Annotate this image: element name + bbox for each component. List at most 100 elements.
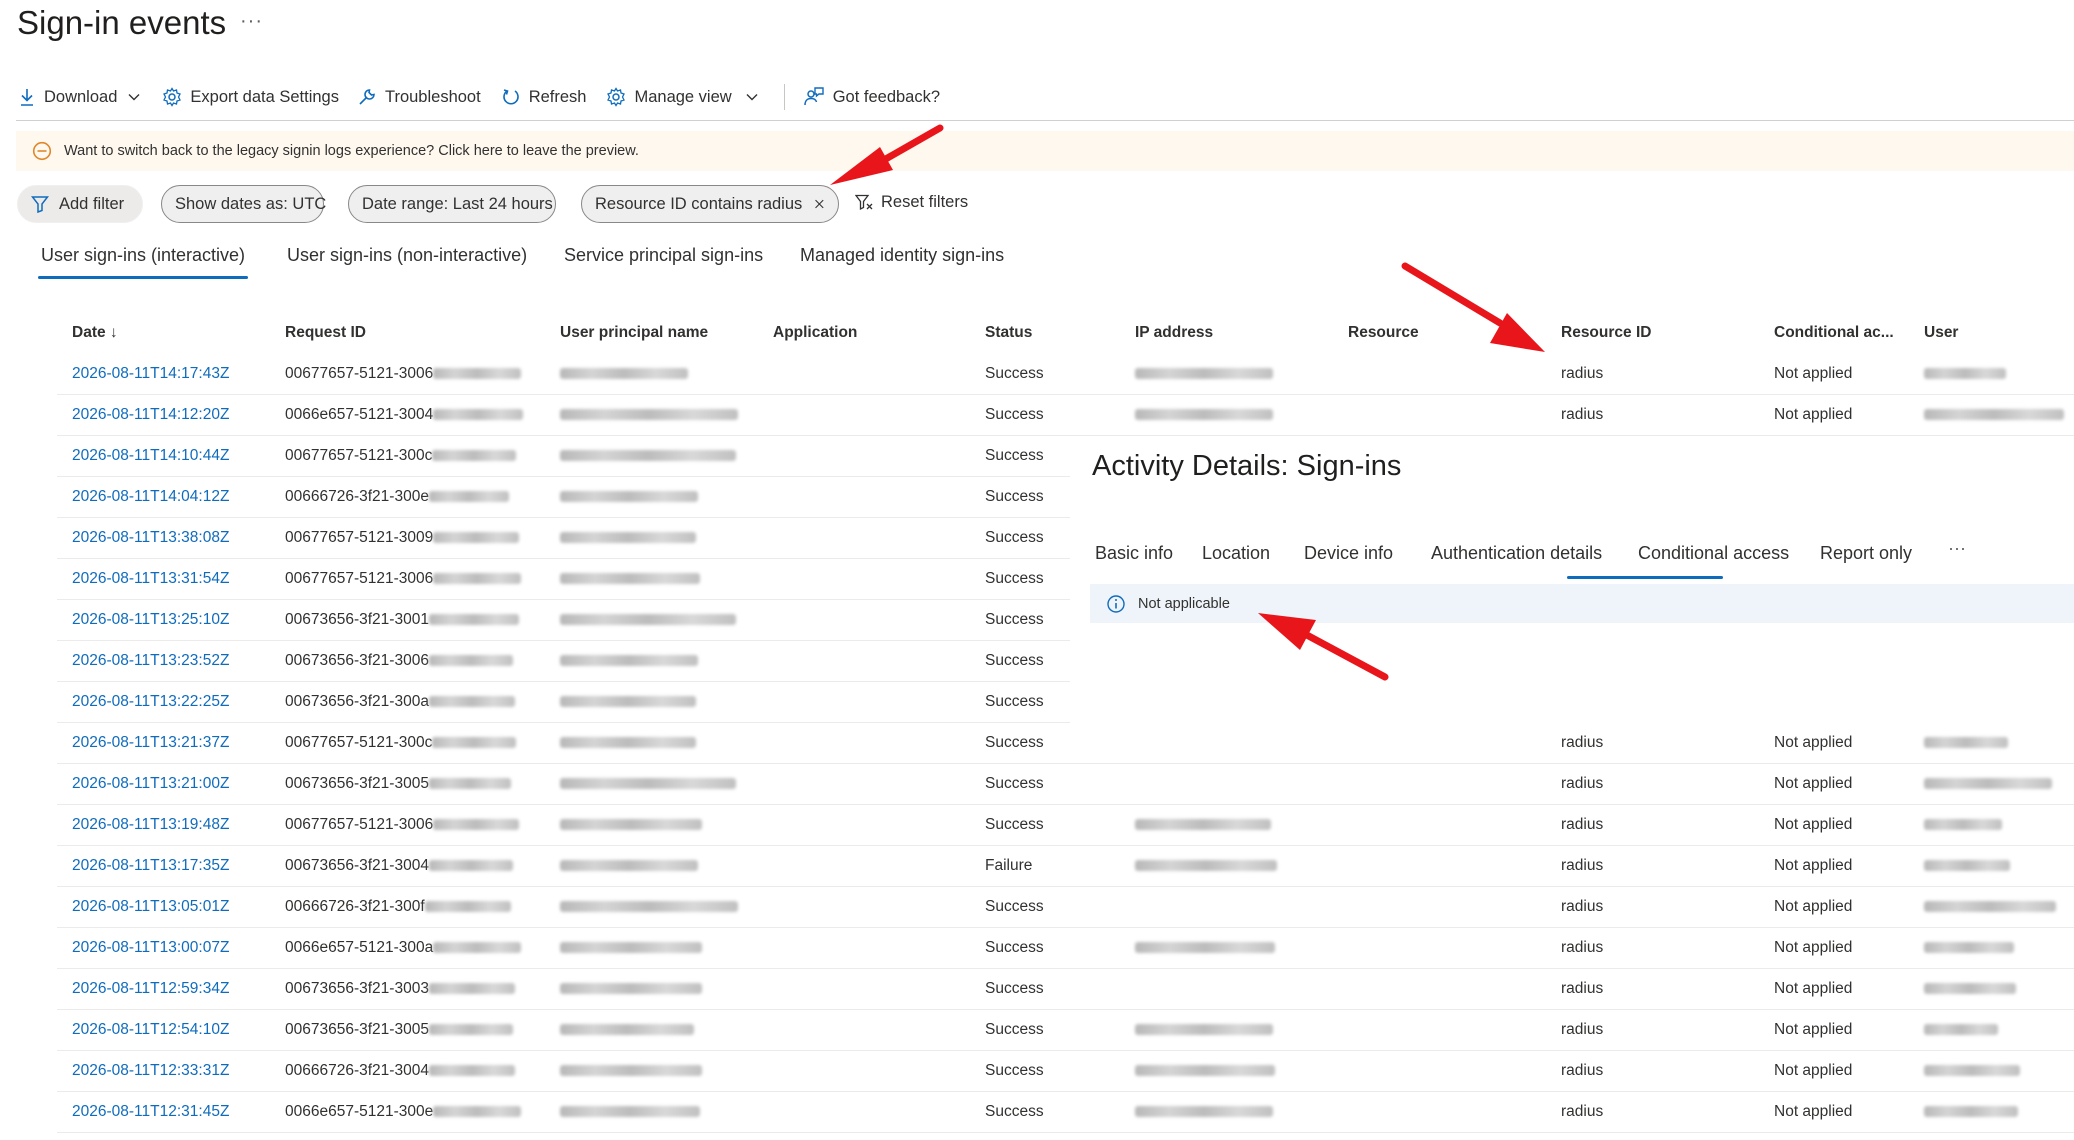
cell-user [1909,1091,2074,1133]
feedback-button[interactable]: Got feedback? [803,86,940,108]
tab-service-principal[interactable]: Service principal sign-ins [564,245,763,266]
cell-upn [545,1009,758,1051]
cell-application [758,640,970,682]
tab-managed-identity[interactable]: Managed identity sign-ins [800,245,1004,266]
cell-resource [1333,1091,1546,1133]
details-tab-basic-info[interactable]: Basic info [1095,543,1173,564]
active-tab-indicator [38,276,248,279]
download-button[interactable]: Download [18,87,142,107]
cell-status-text: Success [985,1021,1044,1038]
cell-date[interactable]: 2026-08-11T13:38:08Z [57,517,270,559]
cell-date[interactable]: 2026-08-11T12:31:45Z [57,1091,270,1133]
cell-upn [545,599,758,641]
column-header-request-id[interactable]: Request ID [270,312,545,354]
cell-resource-id: radius [1546,804,1759,846]
table-row[interactable]: 2026-08-11T13:21:00Z 00673656-3f21-3005 Su… [57,763,2074,805]
troubleshoot-button[interactable]: Troubleshoot [357,87,481,107]
cell-date[interactable]: 2026-08-11T13:21:37Z [57,722,270,764]
table-row[interactable]: 2026-08-11T12:31:45Z 0066e657-5121-300e Su… [57,1091,2074,1133]
cell-date-text: 2026-08-11T13:22:25Z [72,693,230,710]
redacted-text [560,696,696,708]
redacted-text [1924,819,2002,831]
more-options-button[interactable]: ··· [240,10,263,33]
redacted-text [560,942,702,954]
column-header-user[interactable]: User [1909,312,2074,354]
table-row[interactable]: 2026-08-11T12:33:31Z 00666726-3f21-3004 Su… [57,1050,2074,1092]
manage-view-button[interactable]: Manage view [606,87,759,107]
cell-date[interactable]: 2026-08-11T12:33:31Z [57,1050,270,1092]
dates-filter-pill[interactable]: Show dates as: UTC [161,185,326,223]
details-more-tabs-button[interactable]: ··· [1948,538,1966,559]
table-row[interactable]: 2026-08-11T12:54:10Z 00673656-3f21-3005 Su… [57,1009,2074,1051]
info-icon [1107,594,1125,613]
redacted-text [428,778,511,790]
cell-conditional-access: Not applied [1759,845,1909,887]
export-settings-button[interactable]: Export data Settings [162,87,339,107]
table-row[interactable]: 2026-08-11T13:05:01Z 00666726-3f21-300f Su… [57,886,2074,928]
cell-upn [545,722,758,764]
cell-date[interactable]: 2026-08-11T14:04:12Z [57,476,270,518]
tab-interactive[interactable]: User sign-ins (interactive) [41,245,245,266]
column-header-resource[interactable]: Resource [1333,312,1546,354]
cell-date[interactable]: 2026-08-11T13:17:35Z [57,845,270,887]
redacted-text [560,901,738,913]
refresh-button[interactable]: Refresh [501,87,586,107]
add-filter-button[interactable]: Add filter [17,185,143,223]
details-tab-device-info[interactable]: Device info [1304,543,1393,564]
table-row[interactable]: 2026-08-11T12:59:34Z 00673656-3f21-3003 Su… [57,968,2074,1010]
reset-filters-button[interactable]: Reset filters [855,193,968,212]
cell-date-text: 2026-08-11T14:04:12Z [72,488,230,505]
cell-request-id-text: 0066e657-5121-3004 [285,406,434,423]
column-header-resource-id[interactable]: Resource ID [1546,312,1759,354]
details-title: Activity Details: Sign-ins [1092,450,1402,482]
cell-user [1909,804,2074,846]
column-header-ip[interactable]: IP address [1120,312,1333,354]
cell-resource-id: radius [1546,886,1759,928]
details-tab-report-only[interactable]: Report only [1820,543,1912,564]
cell-conditional-access-text: Not applied [1774,1021,1853,1038]
cell-user [1909,722,2074,764]
cell-date[interactable]: 2026-08-11T13:25:10Z [57,599,270,641]
cell-date[interactable]: 2026-08-11T14:17:43Z [57,354,270,395]
cell-date[interactable]: 2026-08-11T14:12:20Z [57,394,270,436]
cell-request-id: 00677657-5121-3006 [270,354,545,395]
cell-resource-id-text: radius [1561,980,1604,997]
preview-banner[interactable]: Want to switch back to the legacy signin… [16,131,2074,171]
cell-date[interactable]: 2026-08-11T12:54:10Z [57,1009,270,1051]
column-header-status[interactable]: Status [970,312,1120,354]
details-tab-authentication[interactable]: Authentication details [1431,543,1602,564]
cell-date[interactable]: 2026-08-11T14:10:44Z [57,435,270,477]
cell-date[interactable]: 2026-08-11T13:31:54Z [57,558,270,600]
cell-ip [1120,394,1333,436]
details-tab-location[interactable]: Location [1202,543,1270,564]
cell-date[interactable]: 2026-08-11T13:05:01Z [57,886,270,928]
cell-conditional-access-text: Not applied [1774,734,1853,751]
cell-date[interactable]: 2026-08-11T13:19:48Z [57,804,270,846]
table-row[interactable]: 2026-08-11T14:12:20Z 0066e657-5121-3004 Su… [57,394,2074,436]
column-header-date[interactable]: Date ↓ [57,312,270,354]
table-row[interactable]: 2026-08-11T13:00:07Z 0066e657-5121-300a Su… [57,927,2074,969]
close-icon[interactable] [814,197,825,211]
cell-date-text: 2026-08-11T14:17:43Z [72,365,230,382]
cell-date[interactable]: 2026-08-11T12:59:34Z [57,968,270,1010]
cell-status-text: Success [985,529,1044,546]
tab-non-interactive[interactable]: User sign-ins (non-interactive) [287,245,527,266]
table-row[interactable]: 2026-08-11T13:21:37Z 00677657-5121-300c Su… [57,722,2074,764]
table-row[interactable]: 2026-08-11T13:19:48Z 00677657-5121-3006 Su… [57,804,2074,846]
cell-date[interactable]: 2026-08-11T13:23:52Z [57,640,270,682]
column-header-conditional-access[interactable]: Conditional ac... [1759,312,1909,354]
resource-id-filter-pill[interactable]: Resource ID contains radius [581,185,839,223]
cell-date[interactable]: 2026-08-11T13:00:07Z [57,927,270,969]
cell-date[interactable]: 2026-08-11T13:22:25Z [57,681,270,723]
cell-upn [545,968,758,1010]
cell-conditional-access: Not applied [1759,1009,1909,1051]
cell-date[interactable]: 2026-08-11T13:21:00Z [57,763,270,805]
date-range-filter-pill[interactable]: Date range: Last 24 hours [348,185,556,223]
details-tab-conditional-access[interactable]: Conditional access [1638,543,1789,564]
column-header-application[interactable]: Application [758,312,970,354]
column-header-upn[interactable]: User principal name [545,312,758,354]
table-row[interactable]: 2026-08-11T13:17:35Z 00673656-3f21-3004 Fa… [57,845,2074,887]
redacted-text [1924,1065,2020,1077]
cell-resource-id: radius [1546,845,1759,887]
table-row[interactable]: 2026-08-11T14:17:43Z 00677657-5121-3006 Su… [57,354,2074,395]
